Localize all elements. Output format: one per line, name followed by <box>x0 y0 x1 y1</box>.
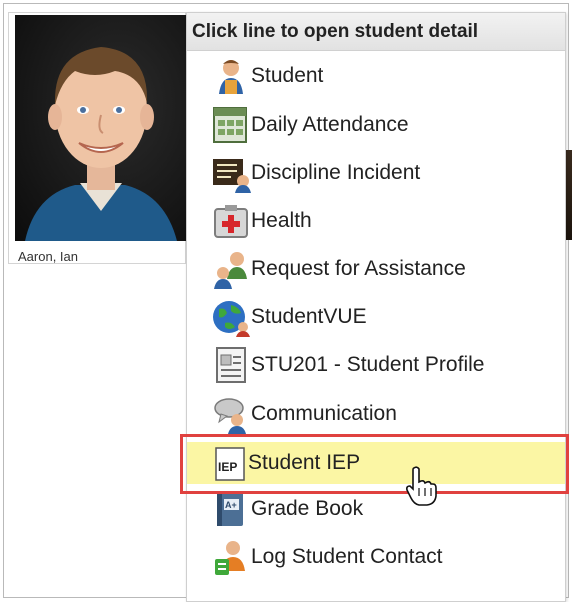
menu-item-stu201-student-profile[interactable]: STU201 - Student Profile <box>211 345 556 385</box>
menu-item-discipline-incident[interactable]: Discipline Incident <box>211 153 556 193</box>
menu-item-label: StudentVUE <box>251 305 367 328</box>
student-photo <box>15 15 187 241</box>
menu-item-request-for-assistance[interactable]: Request for Assistance <box>211 249 556 289</box>
menu-item-label: Request for Assistance <box>251 257 466 280</box>
menu-item-label: Log Student Contact <box>251 545 443 568</box>
gradebook-icon: A+ <box>211 489 251 529</box>
svg-text:A+: A+ <box>225 500 237 510</box>
health-icon <box>211 201 251 241</box>
menu-item-studentvue[interactable]: StudentVUE <box>211 297 556 337</box>
menu-item-daily-attendance[interactable]: Daily Attendance <box>211 105 556 145</box>
student-card[interactable]: Aaron, Ian <box>8 12 187 264</box>
report-icon <box>211 345 251 385</box>
menu-item-grade-book[interactable]: A+ Grade Book <box>211 489 556 529</box>
discipline-icon <box>211 153 251 193</box>
hand-cursor-icon <box>405 466 439 511</box>
menu-item-student[interactable]: Student <box>211 56 556 96</box>
popup-header: Click line to open student detail <box>187 13 565 51</box>
callout-highlight-box <box>180 434 569 494</box>
background-photo-right <box>566 150 572 240</box>
globe-icon <box>211 297 251 337</box>
student-name[interactable]: Aaron, Ian <box>18 249 78 264</box>
menu-item-label: Health <box>251 209 312 232</box>
communication-icon <box>211 394 251 434</box>
menu-item-log-student-contact[interactable]: Log Student Contact <box>211 537 556 577</box>
menu-item-label: Daily Attendance <box>251 113 409 136</box>
menu-item-label: Discipline Incident <box>251 161 421 184</box>
request-assistance-icon <box>211 249 251 289</box>
student-detail-popup: Click line to open student detail Studen… <box>186 12 566 602</box>
daily-attendance-icon <box>211 105 251 145</box>
menu-item-label: Grade Book <box>251 497 364 520</box>
menu-item-health[interactable]: Health <box>211 201 556 241</box>
menu-item-label: STU201 - Student Profile <box>251 353 485 376</box>
contact-log-icon <box>211 537 251 577</box>
menu-item-label: Communication <box>251 402 397 425</box>
menu-item-communication[interactable]: Communication <box>211 394 556 434</box>
menu-item-label: Student <box>251 64 324 87</box>
student-icon <box>211 56 251 96</box>
